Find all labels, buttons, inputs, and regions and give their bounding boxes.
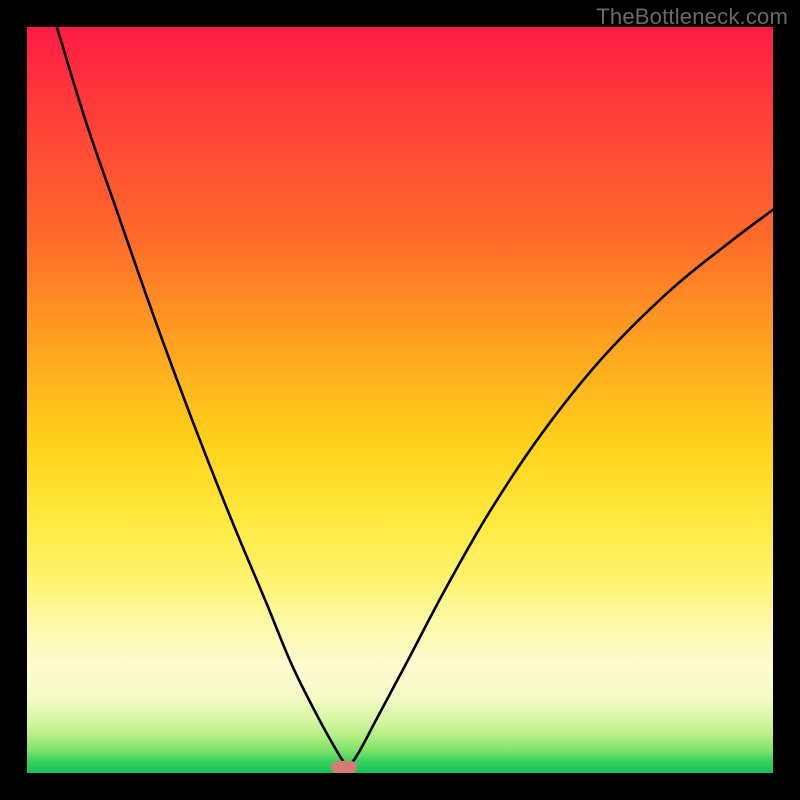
plot-area (27, 27, 773, 773)
chart-frame: TheBottleneck.com (0, 0, 800, 800)
curve-left (57, 27, 348, 769)
curve-right (348, 210, 773, 769)
optimum-marker (331, 761, 357, 773)
curve-svg (27, 27, 773, 773)
